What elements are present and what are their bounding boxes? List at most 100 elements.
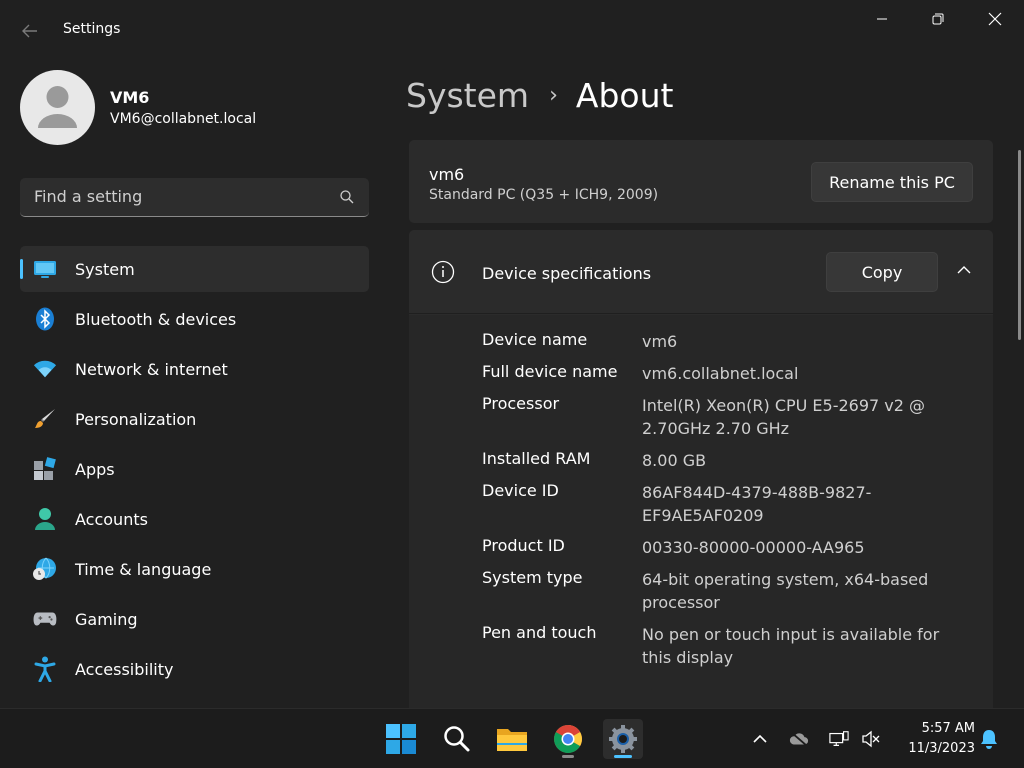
close-icon (988, 12, 1002, 26)
spec-label: Processor (482, 394, 560, 413)
spec-value: 00330-80000-00000-AA965 (642, 538, 865, 557)
spec-label: System type (482, 568, 583, 587)
spec-value: 8.00 GB (642, 451, 707, 470)
network-tray-button[interactable] (829, 729, 849, 749)
back-button[interactable] (14, 18, 46, 44)
close-button[interactable] (967, 4, 1023, 34)
sidebar-item-gaming[interactable]: Gaming (20, 596, 369, 642)
sidebar-item-accessibility[interactable]: Accessibility (20, 646, 369, 692)
breadcrumb-separator: › (549, 82, 558, 108)
avatar[interactable] (20, 70, 95, 145)
file-explorer-icon (497, 729, 527, 751)
clock-time: 5:57 AM (921, 721, 975, 736)
clock-date: 11/3/2023 (908, 741, 975, 756)
accessibility-icon (33, 656, 57, 682)
sidebar-item-label: Apps (75, 459, 115, 479)
spec-label: Pen and touch (482, 623, 597, 642)
search-input[interactable] (34, 187, 324, 206)
bluetooth-icon (33, 307, 57, 331)
sidebar-item-label: Accessibility (75, 659, 174, 679)
gamepad-icon (33, 607, 57, 631)
sidebar-item-time-language[interactable]: Time & language (20, 546, 369, 592)
device-specifications-card: Device specifications Copy Device name v… (409, 230, 993, 710)
volume-muted-icon (862, 730, 880, 748)
app-title: Settings (63, 21, 121, 37)
chevron-up-icon (753, 734, 767, 743)
taskbar-search-button[interactable] (437, 719, 477, 759)
pc-model: Standard PC (Q35 + ICH9, 2009) (429, 187, 659, 203)
file-explorer-button[interactable] (492, 719, 532, 759)
taskbar: 5:57 AM 11/3/2023 (0, 708, 1024, 768)
back-arrow-icon (22, 24, 37, 38)
active-indicator (614, 755, 632, 758)
restore-icon (932, 13, 944, 25)
spec-value: vm6.collabnet.local (642, 364, 799, 383)
system-icon (33, 257, 57, 281)
sidebar-item-label: Personalization (75, 409, 197, 429)
search-box[interactable] (20, 178, 369, 217)
user-silhouette-icon (38, 86, 77, 128)
scrollbar[interactable] (1018, 150, 1021, 340)
breadcrumb-parent[interactable]: System (406, 76, 529, 115)
sidebar-item-system[interactable]: System (20, 246, 369, 292)
globe-clock-icon (33, 557, 57, 581)
cloud-offline-icon (789, 731, 809, 747)
settings-icon (609, 725, 637, 753)
search-icon (444, 726, 470, 752)
start-button[interactable] (381, 719, 421, 759)
info-icon (431, 260, 455, 284)
spec-value: 64-bit operating system, x64-based proce… (642, 570, 929, 612)
sidebar-item-label: System (75, 259, 135, 279)
sidebar-item-label: Bluetooth & devices (75, 309, 237, 329)
sidebar-item-network[interactable]: Network & internet (20, 346, 369, 392)
sidebar-item-personalization[interactable]: Personalization (20, 396, 369, 442)
pc-name: vm6 (429, 165, 465, 184)
spec-label: Product ID (482, 536, 565, 555)
start-icon (386, 724, 416, 754)
spec-value: 86AF844D-4379-488B-9827-EF9AE5AF0209 (642, 483, 872, 525)
page-title: About (575, 75, 674, 115)
volume-tray-button[interactable] (861, 729, 881, 749)
title-bar: Settings (0, 0, 1024, 60)
spec-value: Intel(R) Xeon(R) CPU E5-2697 v2 @ 2.70GH… (642, 396, 926, 438)
clock[interactable]: 5:57 AM 11/3/2023 (895, 719, 975, 759)
sidebar-item-label: Gaming (75, 609, 138, 629)
copy-button[interactable]: Copy (826, 252, 938, 292)
show-hidden-icons-button[interactable] (750, 729, 770, 749)
device-specifications-body: Device name vm6 Full device name vm6.col… (409, 315, 993, 710)
notifications-button[interactable] (979, 729, 999, 749)
apps-icon (33, 457, 57, 481)
sidebar-item-apps[interactable]: Apps (20, 446, 369, 492)
minimize-button[interactable] (854, 4, 910, 34)
sidebar-item-accounts[interactable]: Accounts (20, 496, 369, 542)
pc-name-card: vm6 Standard PC (Q35 + ICH9, 2009) Renam… (409, 140, 993, 223)
user-email: VM6@collabnet.local (110, 111, 257, 127)
restore-button[interactable] (910, 4, 966, 34)
rename-pc-button[interactable]: Rename this PC (811, 162, 973, 202)
sidebar-nav: System Bluetooth & devices Network & int… (20, 246, 369, 696)
accounts-icon (33, 507, 57, 531)
network-wired-icon (829, 731, 849, 746)
wifi-icon (33, 357, 57, 381)
user-name: VM6 (110, 88, 150, 107)
onedrive-tray-button[interactable] (789, 729, 809, 749)
running-indicator (562, 755, 574, 758)
spec-value: No pen or touch input is available for t… (642, 625, 940, 667)
bell-icon (981, 730, 997, 749)
sidebar-item-bluetooth[interactable]: Bluetooth & devices (20, 296, 369, 342)
spec-label: Device ID (482, 481, 559, 500)
spec-label: Installed RAM (482, 449, 591, 468)
search-icon[interactable] (339, 189, 355, 205)
spec-label: Device name (482, 330, 588, 349)
spec-label: Full device name (482, 362, 618, 381)
chevron-up-icon[interactable] (956, 262, 972, 278)
sidebar-item-label: Time & language (75, 559, 212, 579)
chrome-icon (554, 725, 582, 753)
minimize-icon (877, 18, 887, 20)
device-specifications-title: Device specifications (482, 264, 652, 283)
sidebar-item-label: Accounts (75, 509, 148, 529)
device-specifications-header[interactable]: Device specifications Copy (409, 230, 993, 314)
spec-value: vm6 (642, 332, 678, 351)
chrome-button[interactable] (548, 719, 588, 759)
settings-taskbar-button[interactable] (603, 719, 643, 759)
